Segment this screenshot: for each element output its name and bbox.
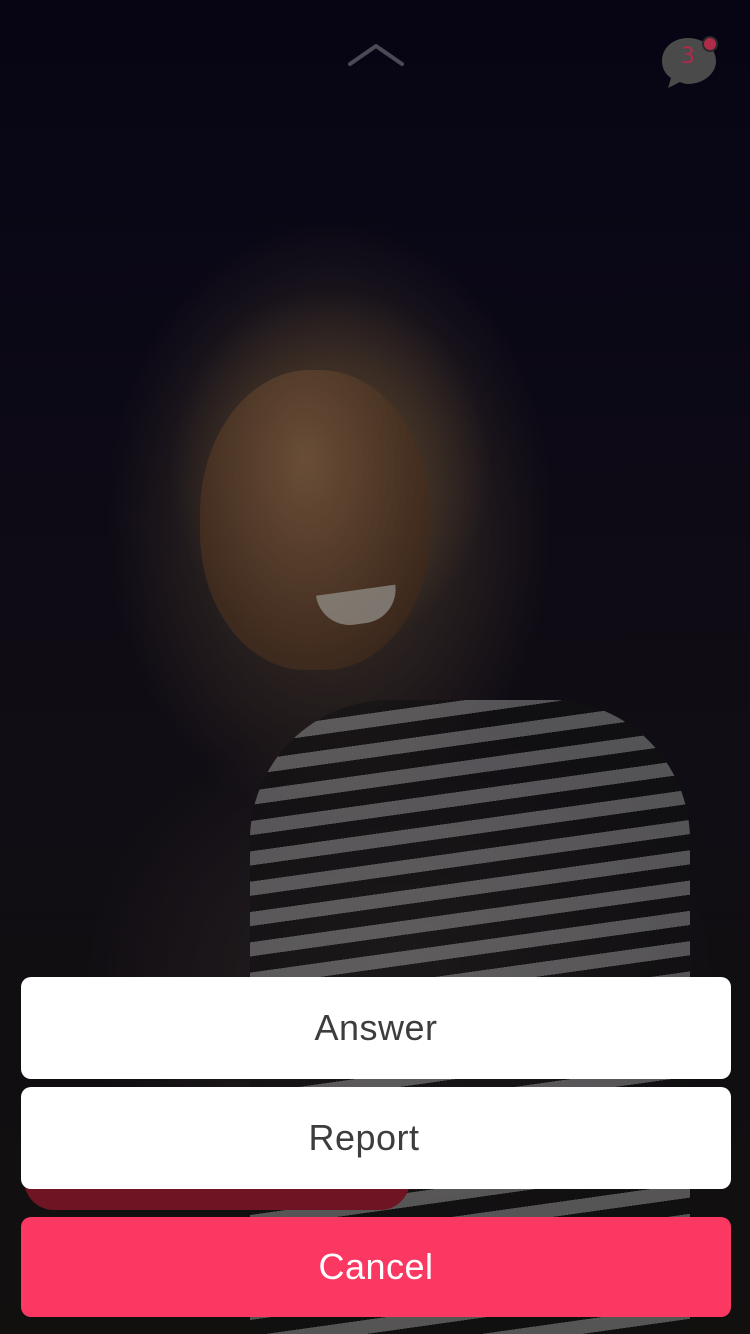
screen: 3 Answer Report Cancel <box>0 0 750 1334</box>
answer-button[interactable]: Answer <box>21 977 731 1079</box>
chevron-up-icon[interactable] <box>348 40 404 70</box>
chat-button[interactable]: 3 <box>660 34 722 90</box>
unread-count: 3 <box>681 44 695 69</box>
cancel-button[interactable]: Cancel <box>21 1217 731 1317</box>
report-button[interactable]: Report <box>21 1087 731 1189</box>
